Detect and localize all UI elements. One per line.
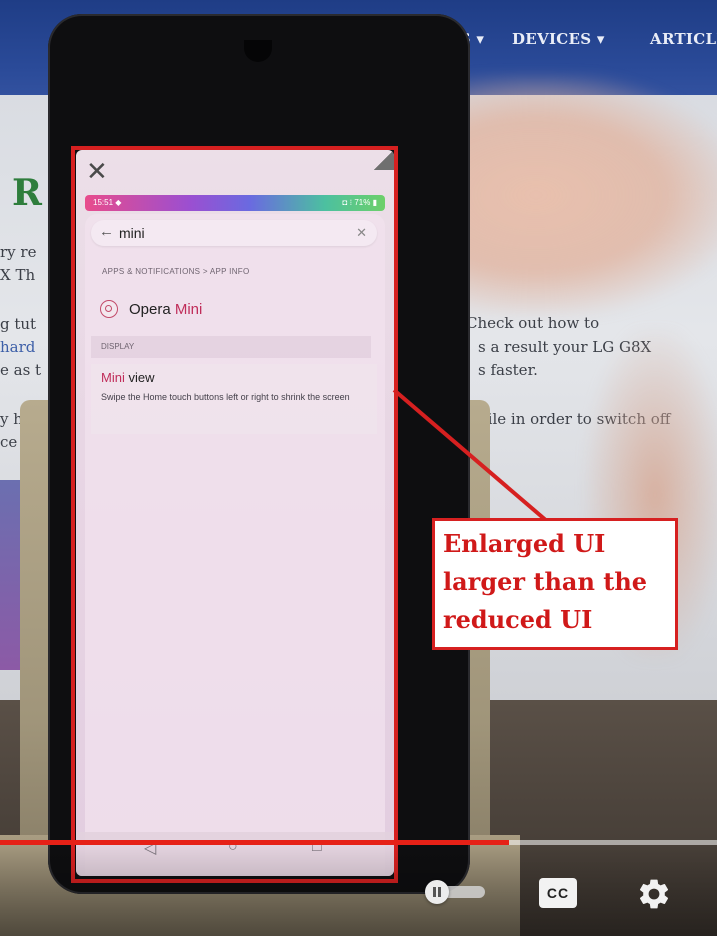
website-text: X Th (0, 266, 36, 284)
website-nav-item: ARTICLE (650, 30, 717, 48)
video-frame: ES ▾ DEVICES ▾ ARTICLE R ry re X Th g tu… (0, 0, 717, 936)
video-progress-fill (0, 840, 510, 845)
annotation-text: Enlarged UI larger than the reduced UI (443, 529, 648, 634)
website-text: s faster. (478, 361, 538, 379)
player-controls-bar (0, 845, 717, 936)
highlight-rectangle (71, 146, 398, 883)
annotation-callout: Enlarged UI larger than the reduced UI (432, 518, 678, 650)
website-text: e as t (0, 361, 42, 379)
website-text: ry re (0, 243, 37, 261)
website-text: Check out how to (466, 314, 600, 332)
website-text: g tut (0, 315, 37, 333)
gear-icon[interactable] (636, 876, 672, 912)
website-image (0, 480, 22, 670)
autoplay-toggle[interactable] (425, 880, 487, 904)
cc-button[interactable]: CC (539, 878, 577, 908)
video-progress-bar[interactable] (0, 840, 717, 845)
website-nav-item: DEVICES ▾ (512, 30, 605, 48)
pause-icon (425, 880, 449, 904)
website-text: ce (0, 433, 18, 451)
website-link: hard (0, 338, 36, 356)
website-title: R (12, 172, 42, 214)
